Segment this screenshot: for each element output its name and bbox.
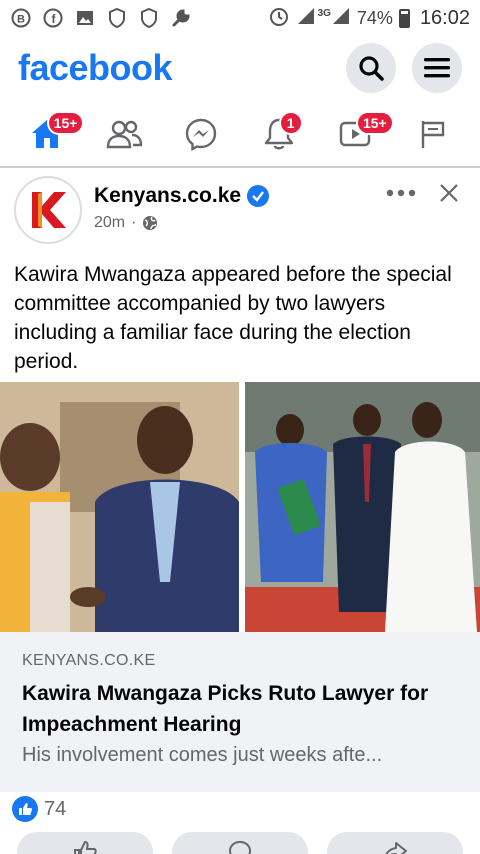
post-text: Kawira Mwangaza appeared before the spec…	[14, 263, 452, 373]
b-circle-icon: B	[10, 7, 32, 29]
thumbs-up-icon	[74, 840, 98, 854]
app-header: facebook	[0, 40, 480, 96]
status-icons: B f	[10, 7, 192, 29]
link-title[interactable]: Kawira Mwangaza Picks Ruto Lawyer for Im…	[22, 678, 458, 740]
facebook-icon: f	[42, 7, 64, 29]
shield-icon	[106, 7, 128, 29]
messenger-icon	[186, 118, 217, 151]
friends-icon	[106, 120, 143, 149]
image-icon	[74, 7, 96, 29]
svg-text:f: f	[52, 12, 57, 26]
verified-badge-icon	[247, 185, 270, 207]
link-description: His involvement comes just weeks afte...	[22, 744, 383, 766]
post-photo-left[interactable]	[0, 382, 239, 632]
feed-post: Kenyans.co.ke 20m · Kawira Mwangaza appe…	[0, 168, 480, 854]
hamburger-menu-icon	[424, 58, 450, 78]
search-button[interactable]	[346, 43, 396, 93]
avatar[interactable]	[14, 176, 82, 244]
clock: 16:02	[419, 6, 470, 29]
nav-tabs: 15+ 1 15+	[0, 104, 480, 164]
reactions-summary[interactable]: 74	[12, 796, 66, 822]
flag-icon	[422, 121, 445, 148]
search-icon	[359, 56, 384, 81]
post-images[interactable]	[0, 382, 480, 632]
status-right: 3G 74% 16:02	[268, 5, 470, 32]
alarm-icon	[268, 5, 290, 32]
link-preview[interactable]: KENYANS.CO.KE Kawira Mwangaza Picks Ruto…	[0, 632, 480, 792]
tab-home[interactable]: 15+	[17, 109, 85, 159]
status-bar: B f 3G 74% 16:02	[0, 0, 480, 36]
author-name[interactable]: Kenyans.co.ke	[94, 184, 241, 208]
svg-text:B: B	[17, 14, 25, 26]
wrench-icon	[170, 7, 192, 29]
share-icon	[384, 842, 407, 854]
facebook-logo[interactable]: facebook	[18, 47, 173, 89]
network-type: 3G	[317, 7, 331, 19]
tab-pages[interactable]	[403, 109, 463, 159]
close-icon[interactable]	[438, 182, 460, 204]
post-time[interactable]: 20m	[94, 214, 125, 232]
reaction-count: 74	[44, 797, 67, 820]
comment-icon	[228, 840, 251, 854]
meta-separator: ·	[131, 214, 137, 231]
kenyans-logo-icon	[20, 182, 76, 238]
signal-icon	[296, 6, 316, 31]
post-header: Kenyans.co.ke 20m ·	[0, 168, 480, 248]
tab-watch[interactable]: 15+	[326, 109, 394, 159]
like-button[interactable]	[17, 832, 154, 854]
home-badge: 15+	[46, 111, 85, 135]
battery-percent: 74%	[356, 7, 393, 28]
globe-icon	[143, 216, 158, 230]
post-photo-right[interactable]	[245, 382, 480, 632]
battery-icon	[398, 8, 410, 28]
notifications-badge: 1	[278, 111, 303, 135]
signal-icon	[331, 6, 351, 31]
post-action-bar	[0, 832, 480, 854]
shield-icon	[138, 7, 160, 29]
comment-button[interactable]	[171, 832, 308, 854]
menu-button[interactable]	[412, 43, 462, 93]
watch-badge: 15+	[355, 111, 394, 135]
like-reaction-icon	[12, 796, 38, 822]
tab-friends[interactable]	[94, 109, 154, 159]
tab-notifications[interactable]: 1	[249, 109, 309, 159]
tab-messenger[interactable]	[171, 109, 231, 159]
more-options-icon[interactable]	[386, 189, 416, 197]
link-domain: KENYANS.CO.KE	[22, 652, 156, 669]
share-button[interactable]	[326, 832, 463, 854]
